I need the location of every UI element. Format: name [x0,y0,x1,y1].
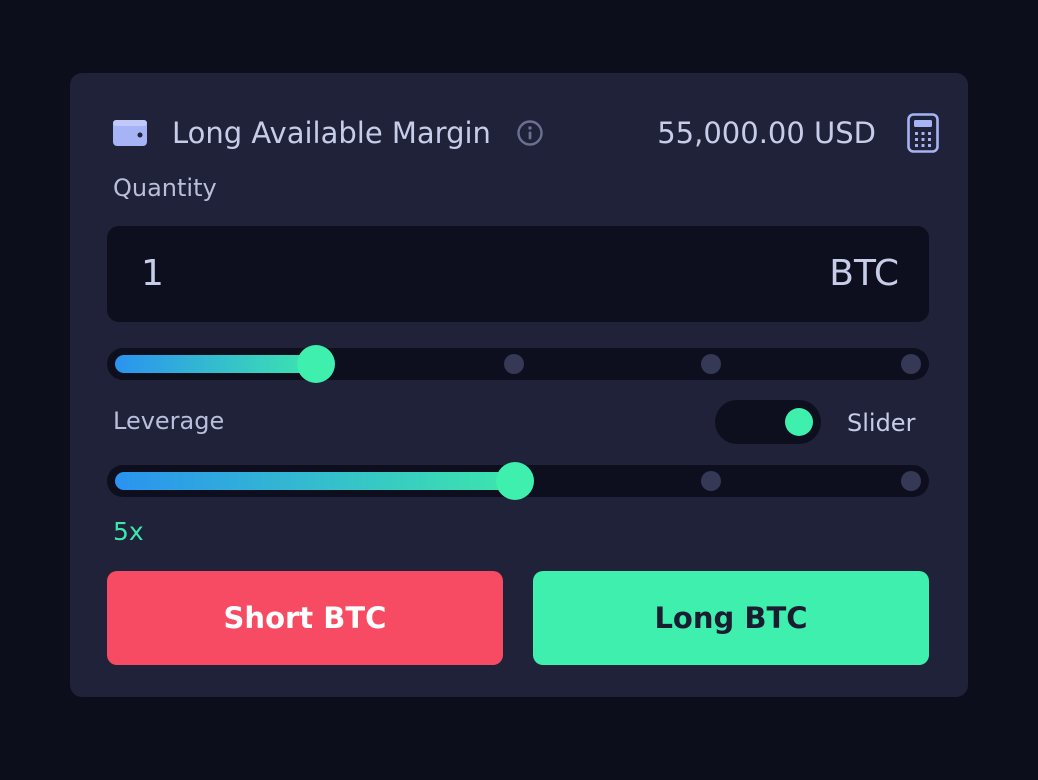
info-icon[interactable] [516,119,544,147]
leverage-label: Leverage [113,407,225,435]
leverage-slider-fill [115,472,515,490]
leverage-value: 5x [113,517,144,546]
quantity-label: Quantity [113,174,217,202]
trade-panel: Long Available Margin 55,000.00 USD Quan [70,73,968,697]
calculator-icon[interactable] [907,113,939,153]
leverage-slider-tick-100[interactable] [901,471,921,491]
leverage-slider-tick-75[interactable] [701,471,721,491]
quantity-slider[interactable] [107,345,929,383]
quantity-slider-tick-50[interactable] [504,354,524,374]
quantity-slider-tick-100[interactable] [901,354,921,374]
margin-value: 55,000.00 USD [657,116,876,150]
quantity-unit: BTC [829,253,899,294]
slider-toggle-label: Slider [847,409,916,437]
quantity-input[interactable]: 1 BTC [107,226,929,322]
quantity-slider-tick-75[interactable] [701,354,721,374]
slider-toggle[interactable] [715,400,821,444]
margin-label: Long Available Margin [172,116,491,150]
short-button[interactable]: Short BTC [107,571,503,665]
quantity-slider-fill [115,355,317,373]
leverage-slider-thumb[interactable] [495,462,534,500]
leverage-slider[interactable] [107,462,929,500]
quantity-slider-thumb[interactable] [297,345,336,383]
margin-header: Long Available Margin 55,000.00 USD [113,113,939,153]
slider-toggle-knob[interactable] [785,408,813,436]
quantity-value[interactable]: 1 [141,226,164,322]
wallet-icon [113,120,147,146]
long-button[interactable]: Long BTC [533,571,929,665]
